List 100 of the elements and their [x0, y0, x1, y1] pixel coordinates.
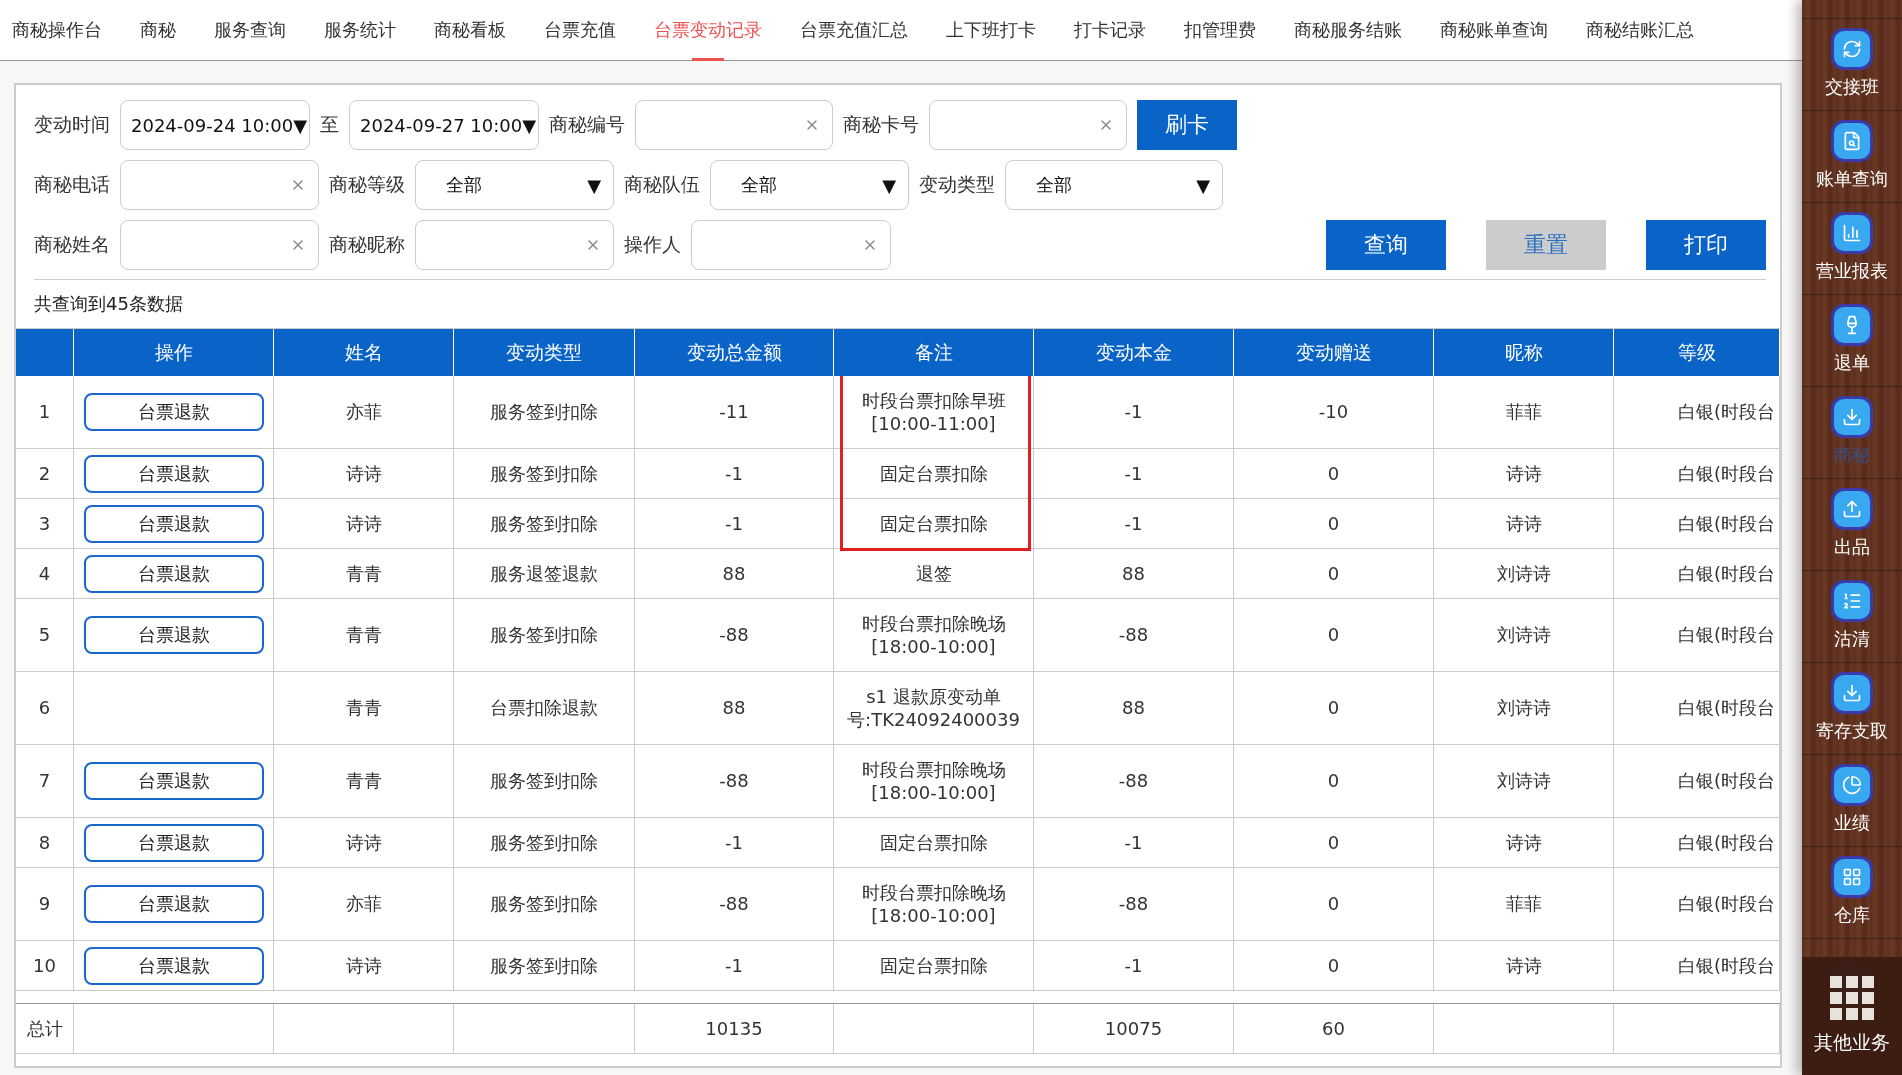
sidebar-item[interactable]: 出品 — [1802, 478, 1902, 570]
name-input-field[interactable] — [120, 220, 319, 270]
team-select[interactable]: 全部 ▼ — [710, 160, 909, 210]
table-cell: -11 — [635, 376, 834, 449]
table-cell: 刘诗诗 — [1434, 672, 1614, 745]
operator-input-field[interactable] — [691, 220, 891, 270]
date-select[interactable]: 2024-09-24 10:00▼ — [120, 100, 310, 150]
nav-tab[interactable]: 上下班打卡 — [927, 0, 1055, 60]
sidebar-item-icon — [1834, 30, 1870, 67]
table-cell: 诗诗 — [1434, 449, 1614, 499]
type-select[interactable]: 全部 ▼ — [1005, 160, 1223, 210]
nav-tab[interactable]: 台票变动记录 — [635, 0, 781, 60]
sidebar-item[interactable]: 营业报表 — [1802, 202, 1902, 294]
table-cell: 刘诗诗 — [1434, 549, 1614, 599]
nav-tab[interactable]: 商秘账单查询 — [1421, 0, 1567, 60]
nav-tab[interactable]: 打卡记录 — [1055, 0, 1165, 60]
sidebar-item[interactable]: 沽清 — [1802, 570, 1902, 662]
table-cell: 时段台票扣除晚场 [18:00-10:00] — [834, 599, 1034, 672]
table-cell: -88 — [1034, 599, 1234, 672]
column-header: 变动类型 — [454, 329, 635, 376]
nav-tab[interactable]: 商秘结账汇总 — [1567, 0, 1713, 60]
row-number: 4 — [16, 549, 74, 599]
sidebar-item-icon — [1834, 398, 1870, 435]
refund-button[interactable]: 台票退款 — [83, 454, 264, 493]
table-cell: 0 — [1234, 941, 1434, 991]
other-services-button[interactable]: 其他业务 — [1802, 957, 1902, 1075]
nav-tab[interactable]: 商秘服务结账 — [1275, 0, 1421, 60]
nav-tab[interactable]: 商秘看板 — [415, 0, 525, 60]
sidebar-item[interactable]: 寄存支取 — [1802, 662, 1902, 754]
table-cell: 亦菲 — [274, 868, 454, 941]
table-cell: 服务签到扣除 — [454, 376, 635, 449]
sidebar-item-icon — [1834, 674, 1870, 711]
table-cell: 诗诗 — [274, 499, 454, 549]
nickname-input-field[interactable] — [415, 220, 614, 270]
refund-button[interactable]: 台票退款 — [83, 946, 264, 985]
table-cell: 白银(时段台 — [1614, 599, 1780, 672]
table-cell: 白银(时段台 — [1614, 672, 1780, 745]
table-cell: -10 — [1234, 376, 1434, 449]
row-number: 5 — [16, 599, 74, 672]
nav-tab[interactable]: 服务统计 — [305, 0, 415, 60]
table-cell: 白银(时段台 — [1614, 941, 1780, 991]
field-label: 商秘姓名 — [34, 232, 110, 257]
row-number: 7 — [16, 745, 74, 818]
table-cell: 时段台票扣除早班 [10:00-11:00] — [834, 376, 1034, 449]
sidebar-item[interactable]: 仓库 — [1802, 846, 1902, 938]
table-cell: 菲菲 — [1434, 868, 1614, 941]
refund-button[interactable]: 台票退款 — [83, 616, 264, 654]
refund-button[interactable]: 台票退款 — [83, 885, 264, 923]
nav-tab[interactable]: 台票充值 — [525, 0, 635, 60]
table-cell: 0 — [1234, 818, 1434, 868]
field-label: 商秘昵称 — [329, 232, 405, 257]
sidebar-item[interactable]: 交接班 — [1802, 18, 1902, 110]
sidebar-item-icon — [1834, 306, 1870, 343]
table-cell: 服务签到扣除 — [454, 449, 635, 499]
refund-button[interactable]: 台票退款 — [83, 554, 264, 593]
table-cell: 0 — [1234, 499, 1434, 549]
nav-tab[interactable]: 台票充值汇总 — [781, 0, 927, 60]
table-cell: 0 — [1234, 549, 1434, 599]
table-cell: 台票扣除退款 — [454, 672, 635, 745]
sidebar-item[interactable]: 退单 — [1802, 294, 1902, 386]
number-input-field[interactable] — [635, 100, 833, 150]
table-cell: 服务签到扣除 — [454, 868, 635, 941]
table-cell: 白银(时段台 — [1614, 745, 1780, 818]
table-cell: 青青 — [274, 549, 454, 599]
nav-tab[interactable]: 服务查询 — [195, 0, 305, 60]
field-label: 商秘卡号 — [843, 112, 919, 137]
date-select[interactable]: 2024-09-27 10:00▼ — [349, 100, 539, 150]
table-cell: 诗诗 — [1434, 941, 1614, 991]
nav-tab[interactable]: 商秘操作台 — [0, 0, 121, 60]
table-cell: 0 — [1234, 449, 1434, 499]
sidebar-item[interactable]: 账单查询 — [1802, 110, 1902, 202]
level-select[interactable]: 全部 ▼ — [415, 160, 614, 210]
table-cell: 诗诗 — [274, 818, 454, 868]
sidebar-item-icon — [1834, 214, 1870, 251]
refund-button[interactable]: 台票退款 — [83, 762, 264, 800]
refund-button[interactable]: 台票退款 — [83, 393, 264, 431]
print-button[interactable]: 打印 — [1646, 220, 1766, 270]
column-header: 昵称 — [1434, 329, 1614, 376]
grid-icon — [1830, 976, 1874, 1020]
refund-button[interactable]: 台票退款 — [83, 504, 264, 543]
row-number: 3 — [16, 499, 74, 549]
table-cell: 服务签到扣除 — [454, 599, 635, 672]
refund-button[interactable]: 台票退款 — [83, 823, 264, 862]
table-cell: -1 — [635, 449, 834, 499]
table-cell: 服务签到扣除 — [454, 818, 635, 868]
table-cell: 白银(时段台 — [1614, 499, 1780, 549]
sidebar-item-icon — [1834, 858, 1870, 895]
nav-tab[interactable]: 商秘 — [121, 0, 195, 60]
table-cell: -1 — [1034, 941, 1234, 991]
field-label: 变动类型 — [919, 172, 995, 197]
nav-tab[interactable]: 扣管理费 — [1165, 0, 1275, 60]
sidebar-item-icon — [1834, 582, 1870, 619]
phone-input-field[interactable] — [120, 160, 319, 210]
table-cell: -1 — [635, 941, 834, 991]
table-cell: 10135 — [635, 1004, 834, 1054]
query-button[interactable]: 查询 — [1326, 220, 1446, 270]
swipe-card-button[interactable]: 刷卡 — [1137, 100, 1237, 150]
sidebar-item[interactable]: 业绩 — [1802, 754, 1902, 846]
card-input-field[interactable] — [929, 100, 1127, 150]
table-cell: -88 — [635, 745, 834, 818]
